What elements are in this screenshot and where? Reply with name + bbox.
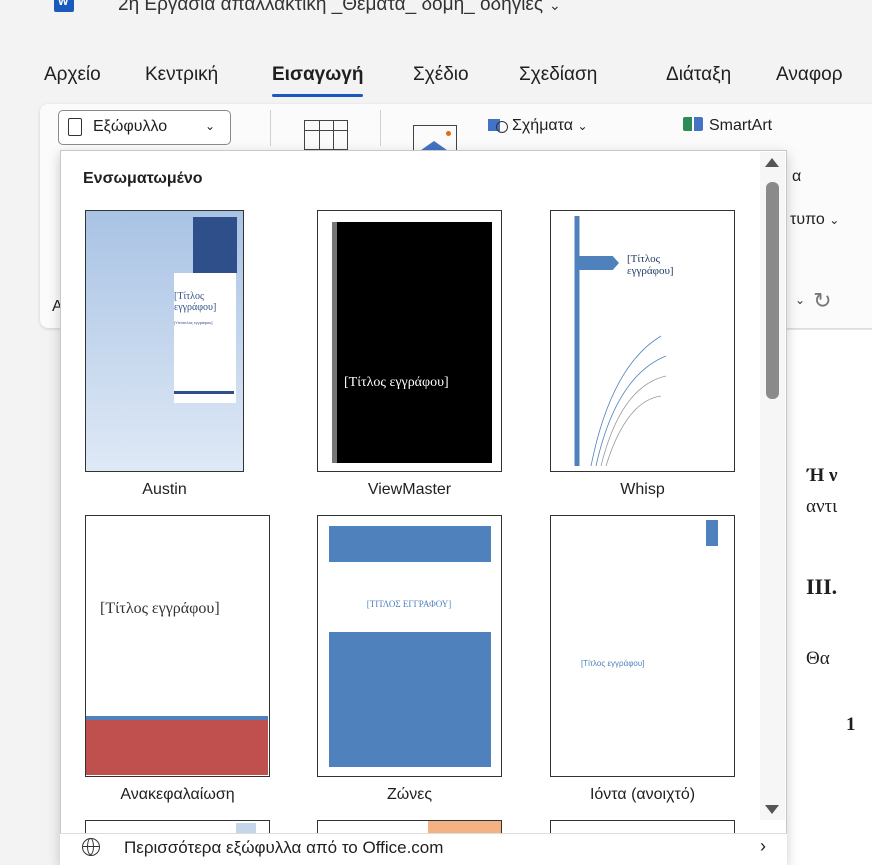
thumbnail-subtitle: [Υπότιτλος εγγράφου]: [174, 320, 213, 325]
table-icon[interactable]: [304, 120, 348, 150]
cover-thumbnail-zones[interactable]: [ΤΙΤΛΟΣ ΕΓΓΡΑΦΟΥ]: [317, 515, 502, 777]
ribbon-partial-label[interactable]: τυπο ⌄: [790, 211, 839, 229]
tab-references[interactable]: Αναφορ: [776, 64, 843, 86]
shapes-button[interactable]: Σχήματα ⌄: [488, 117, 588, 135]
scroll-up-arrow-icon[interactable]: [765, 158, 779, 167]
thumbnail-title: [Τίτλος εγγράφου]: [100, 600, 220, 617]
tab-layout[interactable]: Διάταξη: [666, 64, 731, 86]
thumbnail-title: [Τίτλος εγγράφου]: [344, 375, 449, 390]
document-text: αντι: [806, 496, 838, 517]
chevron-down-icon: ⌄: [205, 119, 216, 133]
document-title-text: 2η Εργασία απαλλακτική _Θεματα_ δομη_ οδ…: [118, 0, 544, 15]
tab-design[interactable]: Σχεδίαση: [519, 64, 597, 86]
thumbnail-label-zones[interactable]: Ζώνες: [317, 786, 502, 804]
scrollbar-thumb[interactable]: [766, 182, 779, 399]
cover-thumbnail-partial[interactable]: [317, 820, 502, 834]
cover-thumbnail-ion-light[interactable]: [Τίτλος εγγράφου]: [550, 515, 735, 777]
document-text: Θα: [806, 648, 830, 669]
thumbnail-title: [ΤΙΤΛΟΣ ΕΓΓΡΑΦΟΥ]: [366, 599, 452, 609]
chevron-down-icon: ⌄: [577, 119, 588, 133]
chevron-down-icon: ⌄: [829, 213, 840, 227]
thumbnail-label-whisp[interactable]: Whisp: [550, 481, 735, 499]
smartart-icon: [683, 117, 703, 131]
cover-thumbnail-austin[interactable]: [Τίτλος εγγράφου] [Υπότιτλος εγγράφου]: [85, 210, 244, 472]
word-app-icon: [54, 0, 74, 12]
document-title[interactable]: 2η Εργασία απαλλακτική _Θεματα_ δομη_ οδ…: [118, 0, 561, 16]
chevron-right-icon[interactable]: ›: [760, 836, 766, 857]
tab-file[interactable]: Αρχείο: [44, 64, 101, 86]
cover-thumbnail-viewmaster[interactable]: [Τίτλος εγγράφου]: [317, 210, 502, 472]
thumbnail-label-austin[interactable]: Austin: [85, 481, 244, 499]
document-heading: ΙΙΙ.: [806, 574, 838, 599]
cover-page-button[interactable]: Εξώφυλλο ⌄: [58, 110, 231, 145]
cover-page-label: Εξώφυλλο: [93, 118, 168, 135]
gallery-heading: Ενσωματωμένο: [83, 170, 203, 187]
more-covers-link[interactable]: Περισσότερα εξώφυλλα από το Office.com: [124, 838, 443, 858]
ribbon-divider: [270, 110, 271, 146]
tab-draw[interactable]: Σχέδιο: [413, 64, 469, 86]
ribbon-tabs: Αρχείο Κεντρική Εισαγωγή Σχέδιο Σχεδίαση…: [0, 64, 872, 98]
thumbnail-label-ion-light[interactable]: Ιόντα (ανοιχτό): [550, 786, 735, 804]
whisp-decoration: [574, 216, 667, 467]
document-list-number: 1: [846, 714, 856, 735]
tab-insert[interactable]: Εισαγωγή: [272, 64, 364, 97]
thumbnail-label-viewmaster[interactable]: ViewMaster: [317, 481, 502, 499]
redo-icon: ↻: [813, 288, 832, 313]
smartart-label: SmartArt: [709, 117, 773, 134]
ribbon-divider: [380, 110, 381, 146]
thumbnail-title: [Τίτλος εγγράφου]: [581, 659, 645, 668]
tab-home[interactable]: Κεντρική: [145, 64, 218, 86]
smartart-button[interactable]: SmartArt: [683, 117, 772, 135]
chevron-down-icon: ⌄: [549, 0, 561, 13]
thumbnail-title: [Τίτλος εγγράφου]: [174, 291, 217, 313]
redo-button[interactable]: ⌄ ↻: [795, 288, 832, 314]
globe-icon: [82, 838, 100, 856]
ribbon-partial-text: τυπο: [790, 211, 825, 228]
cover-thumbnail-partial[interactable]: [85, 820, 270, 833]
cover-thumbnail-whisp[interactable]: [Τίτλος εγγράφου]: [550, 210, 735, 472]
chevron-down-icon: ⌄: [795, 293, 806, 307]
thumbnail-label-recap[interactable]: Ανακεφαλαίωση: [85, 786, 270, 804]
cover-page-icon: [68, 118, 82, 136]
document-text: Ή ν: [807, 465, 838, 486]
ribbon-partial-label[interactable]: α: [792, 168, 801, 186]
cover-thumbnail-partial[interactable]: [550, 820, 735, 833]
shapes-label: Σχήματα: [512, 117, 573, 134]
cover-thumbnail-recap[interactable]: [Τίτλος εγγράφου]: [85, 515, 270, 777]
scroll-down-arrow-icon[interactable]: [765, 805, 779, 814]
